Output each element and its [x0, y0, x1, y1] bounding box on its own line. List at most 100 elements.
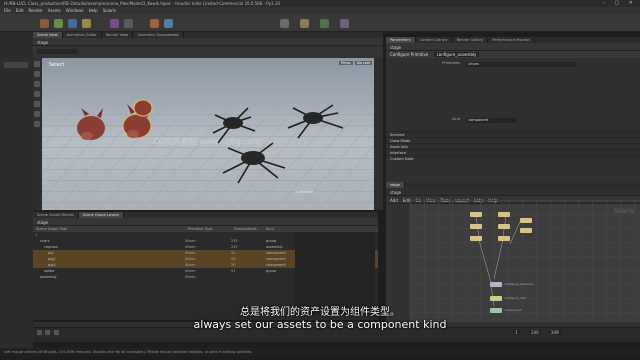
prim-descendants: 20: [231, 251, 236, 255]
tab-animation-editor[interactable]: Animation Editor: [63, 32, 102, 38]
tool-icon[interactable]: [124, 19, 133, 28]
viewport-3d[interactable]: Select Persp No cam CG优质教程 www.cgltg.com…: [33, 58, 383, 210]
param-section[interactable]: Custom Data: [386, 155, 640, 161]
viewport-stats: 2 selected: [295, 190, 314, 194]
tool-icon[interactable]: [340, 19, 349, 28]
column-header[interactable]: Descendants: [234, 227, 257, 231]
tab-scene-graph-details[interactable]: Scene Graph Details: [33, 212, 79, 218]
camera-menu[interactable]: Persp: [339, 61, 353, 65]
handle-tool-icon[interactable]: [34, 101, 40, 107]
renderer-dropdown[interactable]: [37, 49, 77, 54]
param-label: Primitives: [442, 61, 460, 65]
tool-icon[interactable]: [110, 19, 119, 28]
prim-kind: component: [266, 257, 286, 261]
houdini-window: H:/RB-LUCL Class_production/RB-2/studio/…: [0, 0, 640, 360]
display-menu[interactable]: No cam: [355, 61, 373, 65]
shelf-toolbar: [0, 14, 640, 32]
move-tool-icon[interactable]: [34, 71, 40, 77]
prim-type: Xform: [185, 269, 196, 273]
scale-tool-icon[interactable]: [34, 91, 40, 97]
tab-render-gallery[interactable]: Render Gallery: [453, 37, 489, 43]
viewport-path[interactable]: stage: [37, 40, 48, 45]
param-row-placeholder: [386, 75, 640, 82]
prim-name: chars: [40, 239, 50, 243]
menu-item[interactable]: Help: [89, 8, 98, 13]
tool-icon[interactable]: [82, 19, 91, 28]
column-header[interactable]: Kind: [266, 227, 274, 231]
prim-kind: assembly: [266, 245, 283, 249]
param-path-bar: stage: [386, 43, 640, 51]
tool-icon[interactable]: [300, 19, 309, 28]
menu-item[interactable]: Windows: [66, 8, 84, 13]
primitives-field[interactable]: /chars: [466, 62, 576, 67]
node-header: Configure Primitive configure_assembly: [386, 51, 640, 58]
param-row-placeholder: [386, 110, 640, 117]
menu-item[interactable]: File: [4, 8, 11, 13]
network-path[interactable]: stage: [390, 190, 401, 195]
subtitle-english: always set our assets to be a component …: [193, 318, 447, 331]
tab-performance-monitor[interactable]: Performance Monitor: [488, 37, 535, 43]
menu-item[interactable]: Render: [28, 8, 42, 13]
network-menu-item[interactable]: Add: [390, 198, 398, 203]
panel-tab[interactable]: [4, 62, 28, 68]
prim-kind: group: [266, 269, 277, 273]
network-node-configure-char[interactable]: [490, 296, 502, 301]
pig-models[interactable]: [73, 98, 183, 158]
param-rows: Primitives /chars Kind component: [386, 58, 640, 131]
prim-name: pig: [48, 251, 54, 255]
prim-kind: group: [266, 239, 277, 243]
rotate-tool-icon[interactable]: [34, 81, 40, 87]
tab-scene-view[interactable]: Scene View: [33, 32, 63, 38]
prim-type: Xform: [185, 239, 196, 243]
tab-render-view[interactable]: Render View: [102, 32, 134, 38]
view-tool-icon[interactable]: [34, 121, 40, 127]
prim-kind: component: [266, 263, 286, 267]
tab-geometry-spreadsheet[interactable]: Geometry Spreadsheet: [133, 32, 184, 38]
network-node[interactable]: [470, 224, 482, 229]
prim-name: /: [36, 233, 38, 237]
column-header[interactable]: Primitive Type: [188, 227, 213, 231]
network-node[interactable]: [470, 212, 482, 217]
menu-item[interactable]: Assets: [48, 8, 61, 13]
tool-icon[interactable]: [320, 19, 329, 28]
param-row-primitives: Primitives /chars: [386, 61, 640, 68]
menu-item[interactable]: Edit: [16, 8, 24, 13]
tab-parameters[interactable]: Parameters: [386, 37, 416, 43]
tool-icon[interactable]: [68, 19, 77, 28]
tool-icon[interactable]: [40, 19, 49, 28]
tab-network-view[interactable]: stage: [386, 182, 405, 188]
viewport-header: Scene View Animation Editor Render View Geo…: [33, 32, 383, 58]
network-node[interactable]: [498, 224, 510, 229]
scene-graph-path[interactable]: stage: [37, 220, 48, 225]
tab-scene-graph-layers[interactable]: Scene Graph Layers: [78, 212, 124, 218]
node-name[interactable]: configure_assembly: [433, 52, 480, 57]
param-path[interactable]: stage: [390, 45, 401, 50]
network-node[interactable]: [520, 218, 532, 223]
node-type: Configure Primitive: [390, 52, 429, 57]
prim-descendants: 20: [231, 257, 236, 261]
spider-models[interactable]: [193, 103, 383, 193]
window-controls[interactable]: – ▢ ✕: [602, 0, 637, 6]
kind-dropdown[interactable]: component: [466, 118, 516, 123]
tool-icon[interactable]: [164, 19, 173, 28]
network-node[interactable]: [520, 228, 532, 233]
prim-name: assembly: [40, 275, 57, 279]
parameter-panel: Parameters Content Library Render Gallery P…: [386, 37, 640, 182]
subtitle-chinese: 总是将我们的资产设置为组件类型。: [240, 307, 400, 318]
network-node-configure-assembly[interactable]: [490, 282, 502, 287]
select-tool-icon[interactable]: [34, 61, 40, 67]
network-node[interactable]: [498, 236, 510, 241]
param-row-kind: Kind component: [386, 117, 640, 124]
tool-icon[interactable]: [150, 19, 159, 28]
column-header[interactable]: Scene Graph Path: [36, 227, 67, 231]
tab-content-library[interactable]: Content Library: [416, 37, 453, 43]
menu-item[interactable]: Solaris: [103, 8, 116, 13]
network-node[interactable]: [498, 212, 510, 217]
param-row-placeholder: [386, 96, 640, 103]
tool-icon[interactable]: [54, 19, 63, 28]
network-node[interactable]: [470, 236, 482, 241]
pose-tool-icon[interactable]: [34, 111, 40, 117]
tool-icon[interactable]: [280, 19, 289, 28]
viewport-toolbar: [33, 46, 383, 58]
title-bar: H:/RB-LUCL Class_production/RB-2/studio/…: [0, 0, 640, 7]
